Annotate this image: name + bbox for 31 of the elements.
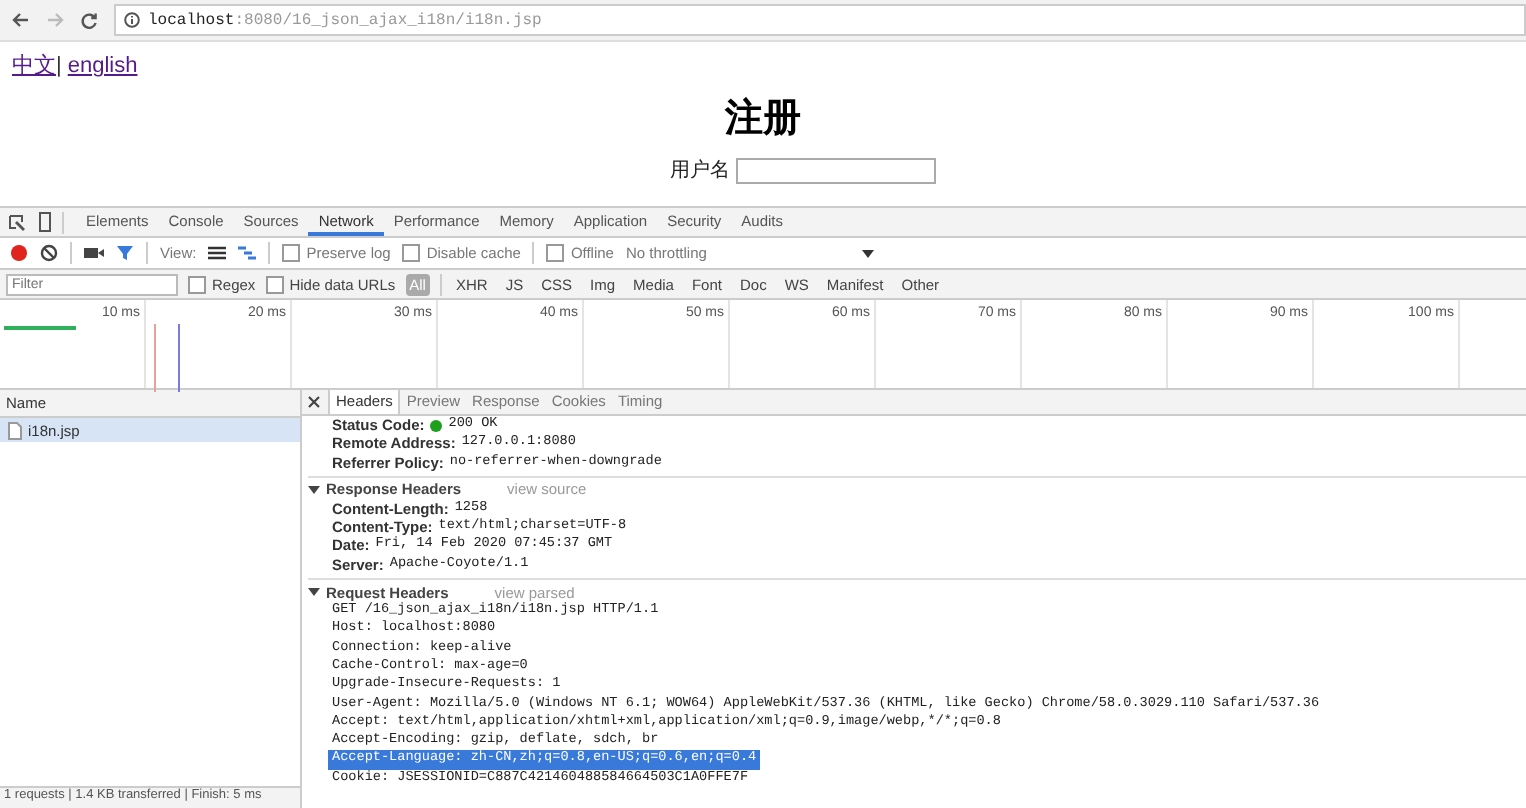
input-field[interactable] [736, 157, 936, 183]
checkbox[interactable] [188, 275, 206, 293]
list-view-icon[interactable] [208, 246, 227, 260]
info-icon [124, 12, 140, 28]
clear-icon[interactable] [40, 244, 58, 262]
dropdown-arrow-icon [862, 249, 875, 257]
reload-icon[interactable] [80, 11, 98, 29]
inspect-icon[interactable] [8, 213, 26, 231]
close-icon[interactable] [308, 396, 320, 408]
filter-icon[interactable] [116, 244, 134, 262]
field-label: 用户名 [670, 157, 730, 184]
checkbox[interactable] [265, 275, 284, 293]
checkbox[interactable] [546, 244, 565, 262]
record-icon[interactable] [10, 244, 28, 262]
camera-icon[interactable] [84, 246, 104, 260]
file-icon [8, 421, 22, 439]
status-dot-icon [430, 419, 443, 432]
dom-content-line [154, 324, 156, 392]
language-link[interactable]: english [67, 54, 138, 78]
checkbox[interactable] [282, 244, 301, 262]
language-link[interactable]: 中文 [12, 50, 56, 80]
link-separator: | [56, 54, 62, 78]
back-icon[interactable] [12, 12, 30, 28]
expand-triangle-icon[interactable] [308, 483, 320, 496]
waterfall-view-icon[interactable] [238, 246, 257, 260]
load-line [178, 324, 180, 392]
checkbox[interactable] [402, 244, 421, 262]
expand-triangle-icon[interactable] [308, 586, 320, 599]
address-bar[interactable]: localhost:8080/16_json_ajax_i18n/i18n.jsp [114, 4, 1526, 36]
device-icon[interactable] [38, 212, 52, 232]
page-title: 注册 [722, 94, 803, 144]
